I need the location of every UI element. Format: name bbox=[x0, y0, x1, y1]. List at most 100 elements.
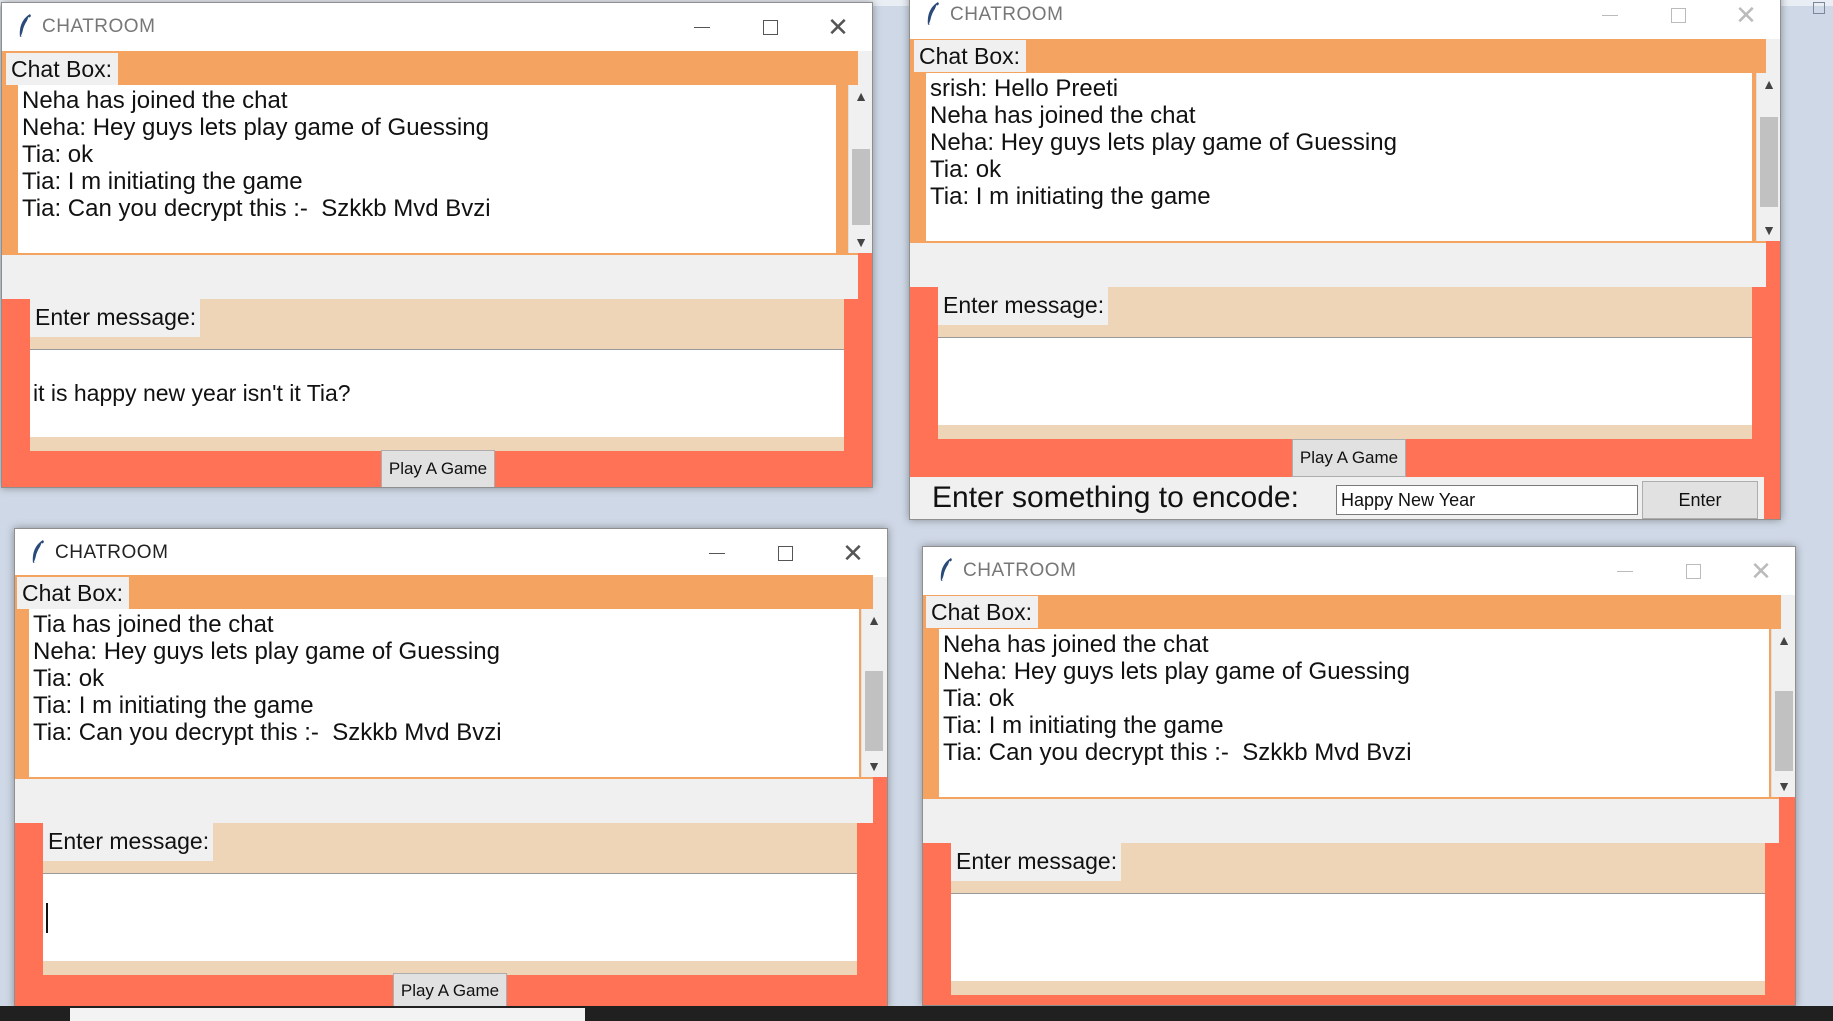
message-input-bottom bbox=[30, 437, 844, 451]
chevron-up-icon[interactable]: ▲ bbox=[849, 85, 872, 107]
chevron-down-icon[interactable]: ▼ bbox=[849, 231, 872, 253]
window-title: CHATROOM bbox=[963, 560, 1077, 581]
chat-box-label: Chat Box: bbox=[926, 596, 1038, 628]
message-frame-side bbox=[873, 777, 887, 827]
chat-message: Tia: I m initiating the game bbox=[33, 692, 314, 719]
play-game-button[interactable]: Play A Game bbox=[393, 973, 507, 1007]
chevron-down-icon[interactable]: ▼ bbox=[1757, 219, 1780, 241]
taskbar-search-box[interactable] bbox=[70, 1008, 585, 1021]
message-frame-side bbox=[1766, 241, 1780, 291]
spacer bbox=[2, 255, 858, 299]
scroll-thumb[interactable] bbox=[852, 149, 870, 225]
chat-scrollbar[interactable]: ▲ ▼ bbox=[861, 609, 886, 777]
chat-message: Neha: Hey guys lets play game of Guessin… bbox=[943, 658, 1410, 685]
desktop-window-icon bbox=[1813, 2, 1825, 14]
message-input-bottom bbox=[951, 981, 1765, 995]
chat-message: Tia: ok bbox=[930, 156, 1002, 183]
scroll-thumb[interactable] bbox=[1775, 691, 1793, 771]
chevron-up-icon[interactable]: ▲ bbox=[862, 609, 886, 631]
chat-message: Tia: I m initiating the game bbox=[943, 712, 1224, 739]
chat-message: Tia: I m initiating the game bbox=[930, 183, 1211, 210]
message-label: Enter message: bbox=[938, 287, 1109, 325]
chatroom-window-bottom-left: CHATROOM ✕ Chat Box: Tia has joined the … bbox=[14, 528, 888, 1008]
chatroom-window-top-left: CHATROOM ✕ Chat Box: Neha has joined the… bbox=[1, 2, 873, 488]
minimize-icon[interactable] bbox=[1576, 0, 1644, 39]
close-icon[interactable]: ✕ bbox=[819, 529, 887, 577]
chat-box-label: Chat Box: bbox=[17, 577, 129, 609]
title-bar[interactable]: CHATROOM ✕ bbox=[923, 547, 1795, 595]
chat-message: Neha: Hey guys lets play game of Guessin… bbox=[22, 114, 489, 141]
maximize-icon[interactable] bbox=[1644, 0, 1712, 39]
minimize-icon[interactable] bbox=[1591, 547, 1659, 595]
maximize-icon[interactable] bbox=[736, 3, 804, 51]
play-game-button[interactable]: Play A Game bbox=[381, 450, 495, 487]
chat-message: Tia: Can you decrypt this :- Szkkb Mvd B… bbox=[33, 719, 502, 746]
close-icon[interactable]: ✕ bbox=[1712, 0, 1780, 39]
chat-log[interactable]: Tia has joined the chat Neha: Hey guys l… bbox=[29, 609, 859, 777]
message-input[interactable] bbox=[43, 873, 857, 961]
encode-enter-button[interactable]: Enter bbox=[1642, 481, 1758, 519]
chevron-down-icon[interactable]: ▼ bbox=[862, 755, 886, 777]
message-label: Enter message: bbox=[43, 823, 214, 861]
chevron-down-icon[interactable]: ▼ bbox=[1772, 775, 1795, 797]
chat-message: Neha has joined the chat bbox=[22, 87, 288, 114]
spacer bbox=[923, 799, 1779, 843]
chat-box-label: Chat Box: bbox=[914, 40, 1026, 72]
chat-message: Neha has joined the chat bbox=[943, 631, 1209, 658]
chat-log[interactable]: srish: Hello Preeti Neha has joined the … bbox=[926, 73, 1752, 241]
chat-message: Tia: ok bbox=[943, 685, 1015, 712]
chat-scrollbar[interactable]: ▲ ▼ bbox=[1771, 629, 1795, 797]
feather-icon bbox=[19, 14, 31, 38]
message-input[interactable] bbox=[938, 337, 1752, 425]
maximize-icon[interactable] bbox=[751, 529, 819, 577]
chat-message: Neha: Hey guys lets play game of Guessin… bbox=[930, 129, 1397, 156]
close-icon[interactable]: ✕ bbox=[1727, 547, 1795, 595]
chatroom-window-top-right: CHATROOM ✕ Chat Box: srish: Hello Preeti… bbox=[909, 0, 1781, 520]
close-icon[interactable]: ✕ bbox=[804, 3, 872, 51]
window-title: CHATROOM bbox=[950, 4, 1064, 25]
chat-message: Tia: ok bbox=[33, 665, 105, 692]
spacer bbox=[15, 779, 873, 823]
message-label: Enter message: bbox=[30, 299, 201, 337]
title-bar[interactable]: CHATROOM ✕ bbox=[15, 529, 887, 577]
encode-label: Enter something to encode: bbox=[932, 481, 1299, 514]
text-caret bbox=[46, 902, 48, 933]
chat-scrollbar[interactable]: ▲ ▼ bbox=[1756, 73, 1780, 241]
chat-message: Tia: Can you decrypt this :- Szkkb Mvd B… bbox=[943, 739, 1412, 766]
chat-message: Tia: Can you decrypt this :- Szkkb Mvd B… bbox=[22, 195, 491, 222]
message-input[interactable]: it is happy new year isn't it Tia? bbox=[30, 349, 844, 437]
play-game-button[interactable]: Play A Game bbox=[1292, 439, 1406, 477]
chat-message: Neha has joined the chat bbox=[930, 102, 1196, 129]
message-label: Enter message: bbox=[951, 843, 1122, 881]
chat-box-label: Chat Box: bbox=[6, 53, 118, 85]
message-input-bottom bbox=[938, 425, 1752, 439]
feather-icon bbox=[32, 540, 44, 564]
message-frame-side bbox=[1779, 797, 1795, 847]
feather-icon bbox=[940, 558, 952, 582]
chat-message: Tia has joined the chat bbox=[33, 611, 274, 638]
chat-message: Tia: ok bbox=[22, 141, 94, 168]
chat-log[interactable]: Neha has joined the chat Neha: Hey guys … bbox=[939, 629, 1769, 797]
encode-input[interactable]: Happy New Year bbox=[1336, 485, 1638, 515]
chat-scrollbar[interactable]: ▲ ▼ bbox=[848, 85, 872, 253]
chat-message: Neha: Hey guys lets play game of Guessin… bbox=[33, 638, 500, 665]
spacer bbox=[910, 243, 1766, 287]
minimize-icon[interactable] bbox=[683, 529, 751, 577]
message-frame-side bbox=[858, 253, 872, 303]
message-input[interactable] bbox=[951, 893, 1765, 981]
minimize-icon[interactable] bbox=[668, 3, 736, 51]
feather-icon bbox=[927, 2, 939, 26]
chevron-up-icon[interactable]: ▲ bbox=[1772, 629, 1795, 651]
chat-message: srish: Hello Preeti bbox=[930, 75, 1119, 102]
chevron-up-icon[interactable]: ▲ bbox=[1757, 73, 1780, 95]
scroll-thumb[interactable] bbox=[865, 671, 883, 751]
chatroom-window-bottom-right: CHATROOM ✕ Chat Box: Neha has joined the… bbox=[922, 546, 1796, 1006]
maximize-icon[interactable] bbox=[1659, 547, 1727, 595]
chat-log[interactable]: Neha has joined the chat Neha: Hey guys … bbox=[18, 85, 836, 253]
chat-message: Tia: I m initiating the game bbox=[22, 168, 303, 195]
window-title: CHATROOM bbox=[55, 542, 169, 563]
title-bar[interactable]: CHATROOM ✕ bbox=[2, 3, 872, 51]
title-bar[interactable]: CHATROOM ✕ bbox=[910, 0, 1780, 39]
scroll-thumb[interactable] bbox=[1760, 117, 1778, 207]
window-title: CHATROOM bbox=[42, 16, 156, 37]
